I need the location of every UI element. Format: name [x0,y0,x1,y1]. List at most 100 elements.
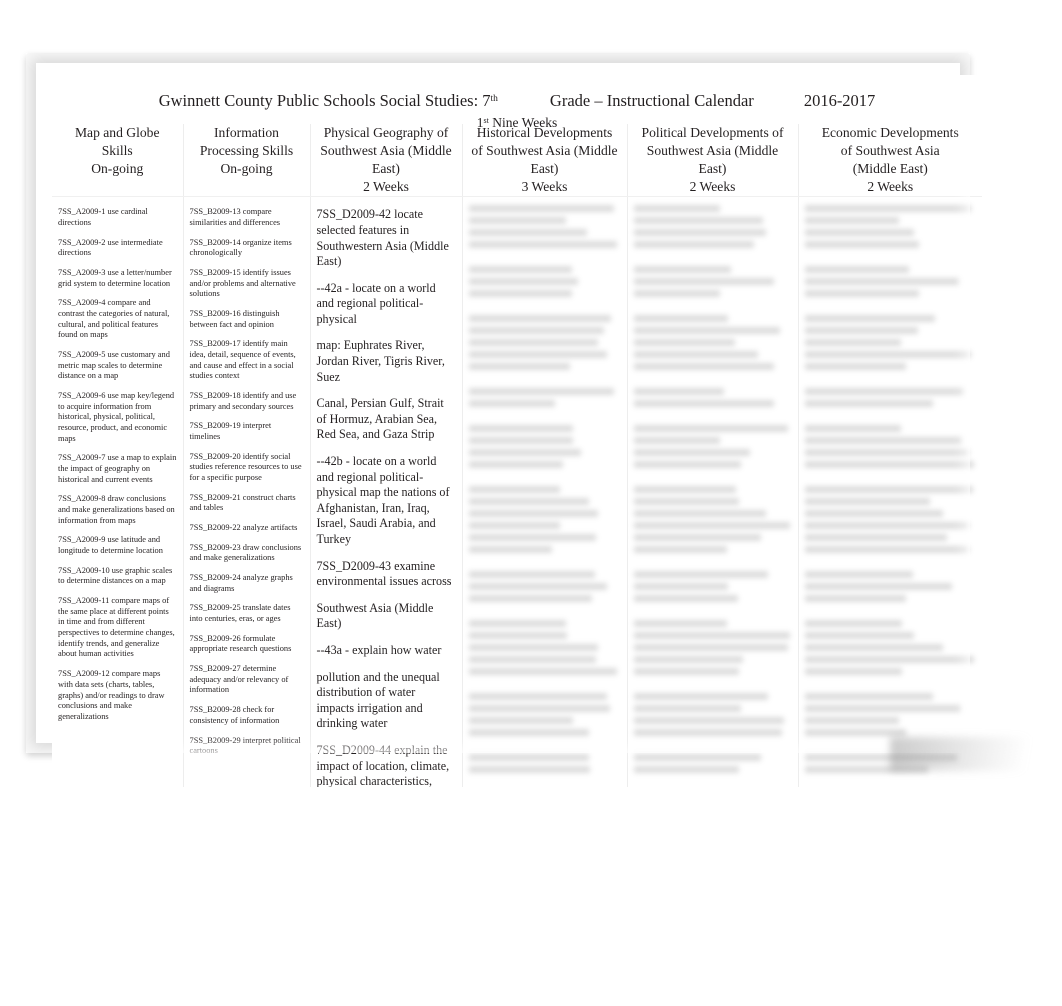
column-header-political-developments: Political Developments of Southwest Asia… [627,124,799,198]
illegible-text-line [804,583,952,591]
standard-item: 7SS_D2009-43 examine environmental issue… [316,558,452,589]
column-header-information-processing-skills: Information Processing Skills On-going [183,124,311,198]
illegible-text-line [468,534,597,542]
page-canvas: Gwinnett County Public Schools Social St… [0,0,1062,1006]
header-line: Processing Skills [199,143,294,159]
illegible-text-line [804,315,935,323]
illegible-text-line [633,278,775,286]
illegible-text-line [804,400,934,408]
illegible-text-gap [469,741,621,754]
illegible-text-gap [469,778,621,787]
document-title: Gwinnett County Public Schools Social St… [52,91,982,111]
illegible-text-gap [634,302,792,315]
illegible-text-line [468,644,598,652]
standard-item: 7SS_B2009-28 check for consistency of in… [189,705,280,725]
header-line: Southwest Asia (Middle [646,143,779,159]
illegible-text-line [468,546,553,554]
title-prefix: Gwinnett County Public Schools Social St… [158,91,491,110]
illegible-text-line [633,705,741,713]
column-header-map-and-globe-skills: Map and Globe Skills On-going [52,124,184,198]
illegible-text-line [804,388,964,396]
illegible-text-gap [805,375,977,388]
title-middle: Grade – Instructional Calendar [549,91,754,110]
illegible-text-line [633,510,767,518]
illegible-text-gap [634,375,792,388]
standard-item: 7SS_B2009-22 analyze artifacts [189,523,298,533]
standard-item: 7SS_B2009-19 interpret timelines [189,421,272,442]
standard-item: --42b - locate on a world and regional p… [316,454,450,546]
illegible-text-line [804,449,970,457]
illegible-text-line [633,620,727,628]
illegible-text-line [633,315,729,323]
standard-item: 7SS_B2009-17 identify main idea, detail,… [189,339,296,381]
standard-item: 7SS_D2009-44 explain the impact of locat… [316,742,450,788]
illegible-text-line [633,546,727,554]
illegible-text-line [633,449,751,457]
header-line: (Middle East) [852,161,928,177]
illegible-text-gap [805,473,977,486]
document-sheet: Gwinnett County Public Schools Social St… [52,75,982,788]
standard-item: 7SS_A2009-1 use cardinal directions [58,207,148,227]
illegible-text-line [633,205,721,213]
standard-item: 7SS_B2009-15 identify issues and/or prob… [189,268,296,299]
standard-item: 7SS_A2009-4 compare and contrast the cat… [58,298,170,340]
illegible-text-gap [469,558,621,571]
column-body-economic-developments-illegible [799,197,983,787]
illegible-text-line [633,498,740,506]
header-line: On-going [220,161,273,177]
illegible-text-line [804,595,906,603]
illegible-text-line [468,595,592,603]
illegible-text-line [633,668,740,676]
illegible-text-line [633,229,767,237]
standard-item: 7SS_B2009-25 translate dates into centur… [189,603,291,624]
illegible-text-gap [805,680,977,693]
illegible-text-line [804,546,970,554]
illegible-text-line [633,437,721,445]
standard-item: 7SS_B2009-26 formulate appropriate resea… [189,633,292,654]
illegible-text-line [804,229,915,237]
column-duration: 2 Weeks [689,179,736,195]
illegible-text-gap [469,607,621,620]
illegible-text-line [633,400,775,408]
illegible-text-line [804,339,901,347]
standard-item: 7SS_B2009-13 compare similarities and di… [189,207,281,227]
standard-item: 7SS_D2009-42 locate selected features in… [316,207,449,269]
column-body-map-and-globe-skills: 7SS_A2009-1 use cardinal directions 7SS_A… [52,197,183,787]
illegible-text-line [468,205,615,213]
header-line: Skills [101,143,133,159]
illegible-text-line [468,461,563,469]
illegible-text-line [468,656,597,664]
header-line: Southwest Asia (Middle [320,143,452,159]
illegible-text-line [633,717,784,725]
standard-item: 7SS_A2009-3 use a letter/number grid sys… [58,268,172,288]
illegible-text-gap [805,253,977,266]
illegible-text-line [633,583,729,591]
title-ordinal-suffix: th [490,94,498,104]
illegible-text-line [468,437,574,445]
illegible-text-line [468,522,560,530]
illegible-text-line [633,644,789,652]
illegible-text-line [804,522,970,530]
illegible-text-line [804,693,934,701]
illegible-text-line [468,400,556,408]
illegible-text-line [468,388,615,396]
column-body-physical-geography: 7SS_D2009-42 locate selected features in… [311,197,462,787]
illegible-text-line [633,290,721,298]
illegible-text-line [804,644,944,652]
illegible-text-line [633,327,781,335]
illegible-text-line [633,217,764,225]
illegible-text-line [633,632,790,640]
illegible-text-line [633,571,768,579]
illegible-text-line [468,315,612,323]
illegible-text-line [804,571,913,579]
illegible-text-line [468,754,589,762]
illegible-text-gap [634,412,792,425]
illegible-text-line [804,510,944,518]
illegible-text-line [804,656,975,664]
illegible-text-line [468,583,607,591]
table-header-row: Map and Globe Skills On-going Informatio… [52,124,982,198]
illegible-text-line [804,668,903,676]
scan-artifact-smudge [890,737,1050,771]
standard-item: 7SS_A2009-2 use intermediate directions [58,237,163,258]
column-duration: 2 Weeks [363,179,409,195]
